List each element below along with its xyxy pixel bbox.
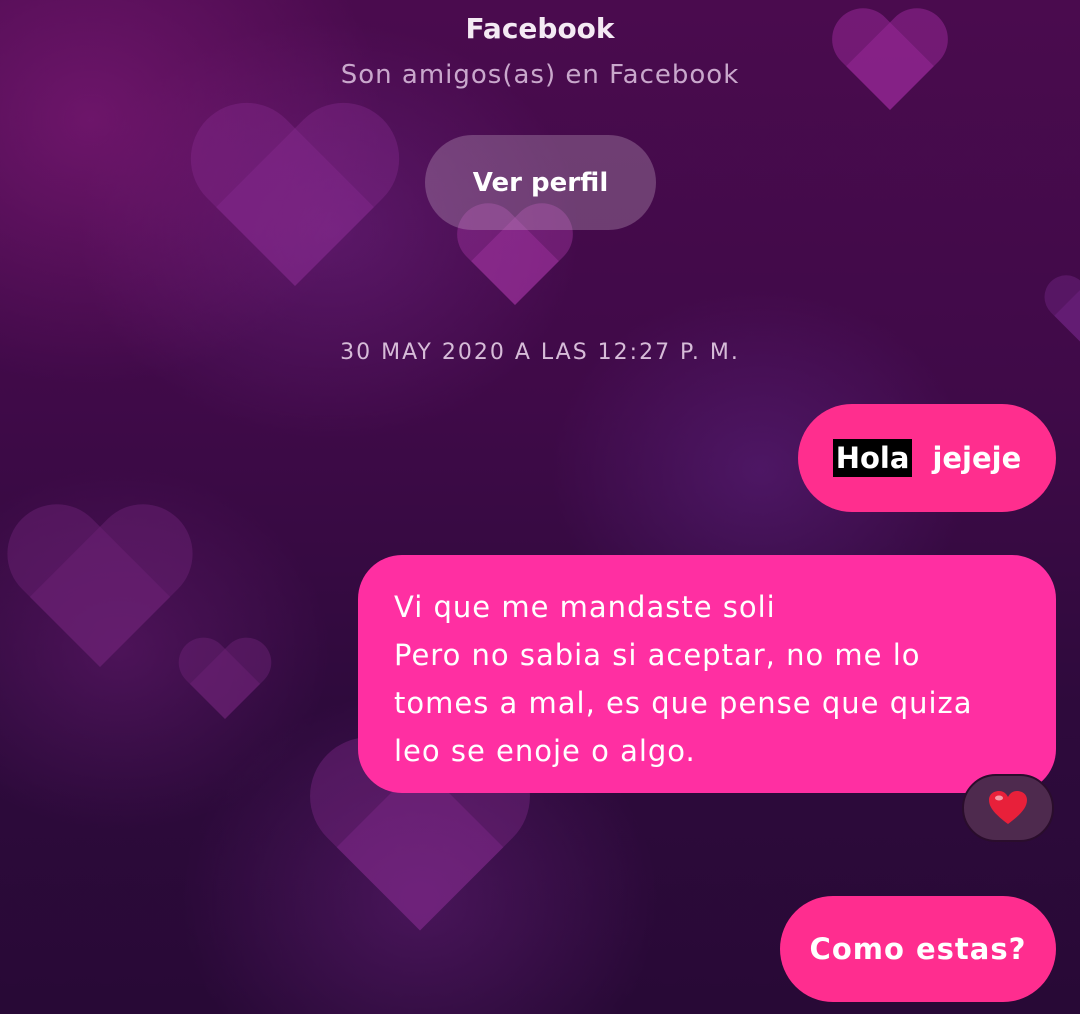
outgoing-message-bubble[interactable]: Hola jejeje	[798, 404, 1056, 512]
view-profile-button[interactable]: Ver perfil	[425, 135, 656, 230]
decorative-heart	[187, 106, 403, 304]
decorative-heart	[4, 507, 196, 683]
message-reaction[interactable]	[962, 774, 1054, 842]
message-text-line: tomes a mal, es que pense que quiza	[394, 686, 973, 720]
message-text-line: Pero no sabia si aceptar, no me lo	[394, 638, 921, 672]
message-text: Como estas?	[809, 932, 1027, 966]
message-text-line: leo se enoje o algo.	[394, 734, 696, 768]
message-text-line: Vi que me mandaste soli	[394, 590, 776, 624]
outgoing-message-bubble[interactable]: Como estas?	[780, 896, 1056, 1002]
page-title: Facebook	[465, 12, 615, 45]
friend-status-text: Son amigos(as) en Facebook	[340, 60, 740, 90]
message-timestamp: 30 MAY 2020 A LAS 12:27 P. M.	[340, 340, 740, 365]
message-text: jejeje	[932, 441, 1022, 475]
highlighted-word: Hola	[832, 439, 913, 477]
heart-reaction-icon	[989, 791, 1027, 824]
outgoing-message-bubble[interactable]: Vi que me mandaste soli Pero no sabia si…	[358, 555, 1056, 793]
